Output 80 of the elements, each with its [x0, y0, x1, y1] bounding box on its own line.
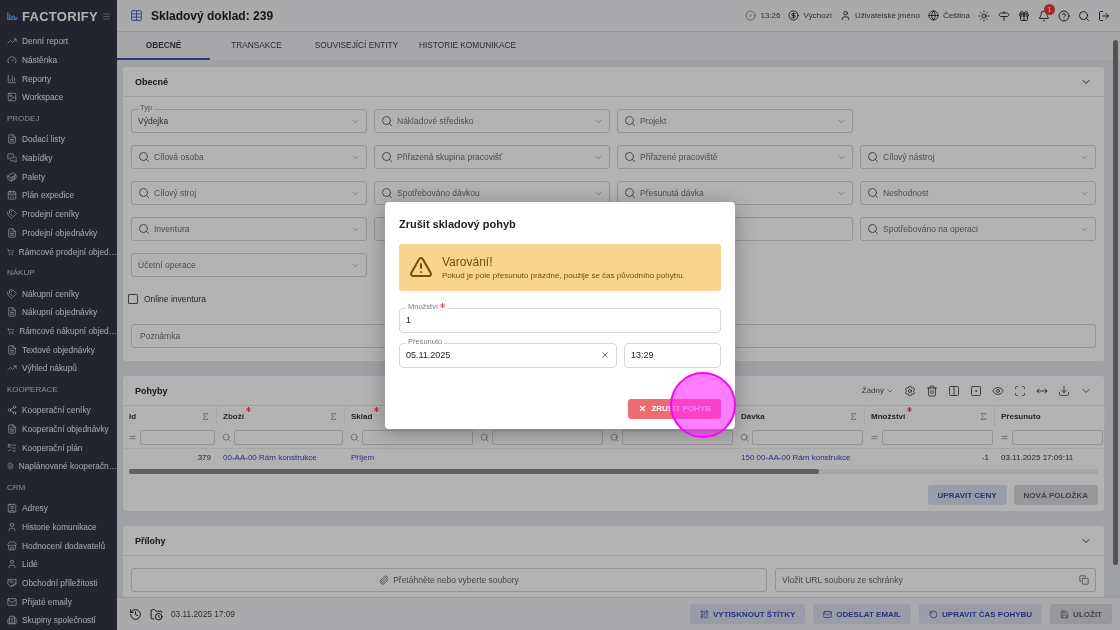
sidebar-item[interactable]: Textové objednávky	[0, 340, 117, 359]
sidebar-item[interactable]: Denní report	[0, 32, 117, 51]
table-cell: -1	[981, 453, 989, 462]
sidebar-item[interactable]: Kooperační plán	[0, 438, 117, 457]
sidebar-item[interactable]: Naplánované kooperačn…	[0, 456, 117, 476]
dialog-title: Zrušit skladový pohyb	[399, 217, 517, 230]
search-select-field[interactable]: Projekt	[617, 109, 853, 133]
sidebar-item[interactable]: Dodací listy	[0, 130, 117, 149]
time-field[interactable]: 13:29	[624, 342, 721, 368]
action-button[interactable]: UPRAVIT CENY	[927, 485, 1007, 505]
search-select-field[interactable]: Přiřazená skupina pracovišť	[374, 145, 610, 169]
sidebar-item[interactable]: Skupiny společností	[0, 611, 117, 630]
column-header: Id	[129, 411, 137, 421]
search-select-field[interactable]: Neshodnost	[860, 181, 1096, 205]
tab[interactable]: OBECNÉ	[117, 32, 210, 60]
sidebar-item[interactable]: Výhled nákupů	[0, 358, 117, 378]
column-header: Dávka	[741, 411, 765, 421]
footer-button[interactable]: ODESLAT EMAIL	[813, 604, 911, 624]
search-select-field[interactable]: Cílová osoba	[131, 145, 367, 169]
search-select-field[interactable]: Nákladové středisko	[374, 109, 610, 133]
sidebar-item[interactable]: Plán expedice	[0, 186, 117, 205]
sidebar-item[interactable]: Nákupní ceníky	[0, 284, 117, 303]
column-header: Sklad	[351, 411, 373, 421]
sidebar-item[interactable]: Historie komunikace	[0, 517, 117, 537]
language-selector[interactable]: Čeština	[927, 10, 970, 21]
section-title: PRODEJ	[6, 112, 41, 125]
search-select-field[interactable]: Cílový nástroj	[860, 145, 1096, 169]
column-header: Přesunuto	[1001, 411, 1041, 421]
logo-text: FACTORIFY	[21, 8, 99, 24]
sidebar-item[interactable]: Obchodní příležitosti	[0, 573, 117, 593]
table-link[interactable]: Příjem	[351, 453, 375, 462]
sidebar-item[interactable]: Nákupní objednávky	[0, 302, 117, 322]
checkbox-label: Online inventura	[144, 294, 206, 304]
file-dropzone[interactable]: Přetáhněte nebo vyberte soubory	[131, 568, 767, 592]
sidebar-item[interactable]: Kooperační ceníky	[0, 400, 117, 420]
sidebar-item[interactable]: Kooperační objednávky	[0, 419, 117, 439]
sidebar-item[interactable]: Reporty	[0, 69, 117, 89]
section-title: NÁKUP	[6, 267, 36, 279]
sidebar-item[interactable]: Rámcové nákupní objed…	[0, 321, 117, 341]
table-link[interactable]: 150 00-AA-00 Rám konstrukce	[741, 453, 851, 462]
footer-button[interactable]: UPRAVIT ČAS POHYBU	[919, 604, 1043, 624]
tab[interactable]: TRANSAKCE	[210, 32, 303, 60]
page-title: Skladový doklad: 239	[151, 8, 275, 23]
sidebar-item[interactable]: Nástěnka	[0, 50, 117, 70]
section-title: KOOPERACE	[6, 383, 59, 396]
section-title: CRM	[6, 481, 27, 494]
table-cell: 379	[197, 453, 211, 462]
tab[interactable]: HISTORIE KOMUNIKACE	[410, 32, 525, 60]
warning-text: Pokud je pole přesunuto prázdné, použije se čas původního pohybu.	[442, 270, 685, 280]
search-select-field[interactable]: Inventura	[131, 217, 367, 241]
currency-selector[interactable]: Výchozí	[788, 10, 832, 21]
time-text: 13:26	[760, 11, 781, 20]
tab[interactable]: SOUVISEJÍCÍ ENTITY	[303, 32, 410, 60]
sidebar-item[interactable]: Hodnocení dodavatelů	[0, 536, 117, 555]
sidebar-item[interactable]: Rámcové prodejní objed…	[0, 242, 117, 261]
table-link[interactable]: 00-AA-00 Rám konstrukce	[223, 453, 317, 462]
select-field[interactable]: Účetní operace	[131, 253, 367, 277]
card-title: Přílohy	[135, 535, 167, 546]
search-select-field[interactable]: Cílový stroj	[131, 181, 367, 205]
sidebar-item[interactable]: Nabídky	[0, 148, 117, 168]
footer-button[interactable]: VYTISKNOUT ŠTÍTKY	[690, 604, 806, 624]
table-cell: 03.11.2025 17:09:11	[1001, 453, 1074, 462]
user-menu[interactable]: Uživatelské jméno	[839, 10, 920, 21]
column-header: Množství	[871, 411, 906, 421]
timestamp-text: 03.11.2025 17:09	[171, 609, 236, 619]
sidebar-item[interactable]: Workspace	[0, 88, 117, 107]
sidebar-item[interactable]: Prodejní ceníky	[0, 204, 117, 224]
url-field[interactable]: Vložit URL souboru ze schránky	[775, 568, 1096, 592]
search-select-field[interactable]: Přiřazené pracoviště	[617, 145, 853, 169]
sidebar-item[interactable]: Palety	[0, 167, 117, 187]
search-select-field[interactable]: Spotřebováno na operaci	[860, 217, 1096, 241]
card-title: Pohyby	[135, 385, 169, 396]
view-selector[interactable]: Žádný	[861, 386, 894, 395]
sidebar-item[interactable]: Lidé	[0, 555, 117, 574]
column-header: Zboží	[223, 411, 244, 421]
card-title: Obecné	[135, 76, 169, 87]
sidebar-item[interactable]: Přijaté emaily	[0, 592, 117, 612]
sidebar-item[interactable]: Prodejní objednávky	[0, 223, 117, 243]
sidebar-item[interactable]: Adresy	[0, 498, 117, 518]
warning-title: Varování!	[442, 254, 494, 269]
